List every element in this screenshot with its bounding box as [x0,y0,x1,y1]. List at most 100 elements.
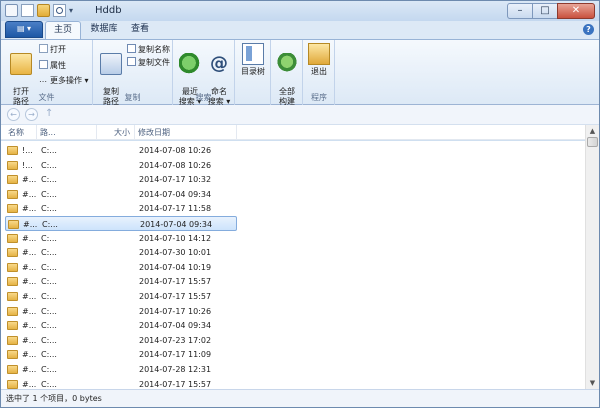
group-program-label: 程序 [311,93,327,102]
folder-icon [7,248,18,258]
folder-icon [7,335,18,345]
column-header: 名称 路... 大小 修改日期 [1,125,585,140]
group-search-label: 搜索 [195,93,212,102]
row-name: #... [22,335,37,345]
row-path: C:... [41,365,57,374]
table-row[interactable]: #... C:... 2014-07-04 09:34 [5,216,237,231]
more-actions-button[interactable]: ⋯ 更多操作 ▾ [39,75,89,86]
directory-tree-button[interactable]: 目录树 [238,43,268,77]
row-path: C:... [41,146,57,155]
close-button[interactable]: ✕ [557,3,595,19]
column-size[interactable]: 大小 [97,125,135,140]
copy-name-icon [127,44,136,53]
table-row[interactable]: #... C:... 2014-07-28 12:31 [5,362,237,377]
copy-name-button[interactable]: 复制名称 [127,44,170,55]
row-modified: 2014-07-30 10:01 [139,248,212,258]
up-button[interactable]: ↑ [45,108,53,119]
row-modified: 2014-07-17 11:58 [139,204,212,214]
open-button[interactable]: 打开 [39,44,66,55]
search-icon[interactable] [53,4,66,17]
row-path: C:... [41,160,57,170]
row-name: #... [22,248,37,258]
minimize-button[interactable]: – [507,3,533,19]
at-sign-icon: @ [210,53,228,74]
row-modified: 2014-07-08 10:26 [139,160,212,170]
column-name[interactable]: 名称 [5,125,37,140]
app-icon[interactable] [5,4,18,17]
row-modified: 2014-07-17 10:26 [139,306,212,316]
row-modified: 2014-07-23 17:02 [139,335,212,345]
status-bar: 选中了 1 个项目，0 bytes [1,389,599,407]
vertical-scrollbar[interactable]: ▲ ▼ [585,125,599,389]
table-row[interactable]: #... C:... 2014-07-17 11:09 [5,347,237,362]
ribbon: 打开 路径 打开 属性 ⋯更多操作 ▾ 文件 复制 路径 复制名称 复制文件 [1,39,599,106]
row-name: #... [22,321,37,331]
table-row[interactable]: #... C:... 2014-07-04 09:34 [5,187,237,202]
rebuild-icon [276,53,298,75]
properties-label: 属性 [50,61,66,70]
row-name: #... [22,292,37,301]
open-label: 打开 [50,45,66,54]
table-row[interactable]: #... C:... 2014-07-04 10:19 [5,260,237,275]
table-row[interactable]: #... C:... 2014-07-23 17:02 [5,333,237,348]
quick-access-toolbar: ▾ [5,4,77,17]
table-row[interactable]: !... C:... 2014-07-08 10:26 [5,143,237,158]
table-row[interactable]: #... C:... 2014-07-17 10:26 [5,304,237,319]
folder-icon[interactable] [37,4,50,17]
row-path: C:... [41,175,57,185]
row-modified: 2014-07-28 12:31 [139,365,212,374]
row-name: #... [22,233,37,243]
scroll-up-icon[interactable]: ▲ [586,125,599,137]
quick-access-dropdown-icon[interactable]: ▾ [69,4,77,17]
row-path: C:... [41,233,57,243]
scroll-down-icon[interactable]: ▼ [586,377,599,389]
table-row[interactable]: #... C:... 2014-07-04 09:34 [5,318,237,333]
scroll-thumb[interactable] [587,137,598,147]
help-icon[interactable]: ? [583,24,594,35]
copy-file-label: 复制文件 [138,58,170,67]
table-row[interactable]: #... C:... 2014-07-17 15:57 [5,377,237,389]
properties-button[interactable]: 属性 [39,60,66,71]
table-row[interactable]: #... C:... 2014-07-30 10:01 [5,245,237,260]
table-row[interactable]: #... C:... 2014-07-10 14:12 [5,231,237,246]
back-button[interactable]: ← [7,108,20,121]
table-row[interactable]: #... C:... 2014-07-17 15:57 [5,289,237,304]
copy-file-button[interactable]: 复制文件 [127,57,170,68]
row-path: C:... [41,292,57,301]
document-icon[interactable] [21,4,34,17]
row-modified: 2014-07-17 10:32 [139,175,212,185]
group-file: 打开 路径 打开 属性 ⋯ 更多操作 ▾ 文件 [1,40,93,106]
ribbon-tabs: ▤ ▾ 主页 数据库 查看 ? [1,21,599,39]
row-modified: 2014-07-04 09:34 [139,189,212,199]
row-name: #... [22,204,37,214]
group-copy-label: 复制 [124,93,141,102]
maximize-button[interactable]: □ [532,3,558,19]
row-path: C:... [41,204,57,214]
folder-icon [7,277,18,287]
folder-icon [7,306,18,316]
folder-icon [7,175,18,185]
tab-view[interactable]: 查看 [125,21,155,39]
forward-button[interactable]: → [25,108,38,121]
folder-icon [7,365,18,374]
tab-database[interactable]: 数据库 [83,21,125,39]
exit-button[interactable]: 退出 [305,43,333,77]
file-menu-button[interactable]: ▤ ▾ [5,21,43,38]
row-modified: 2014-07-08 10:26 [139,146,212,155]
group-file-label: 文件 [38,93,55,102]
table-row[interactable]: #... C:... 2014-07-17 15:57 [5,274,237,289]
tab-home[interactable]: 主页 [45,21,81,39]
row-path: C:... [41,350,57,360]
folder-icon [7,189,18,199]
row-path: C:... [41,321,57,331]
table-row[interactable]: !... C:... 2014-07-08 10:26 [5,158,237,173]
row-name: #... [22,262,37,272]
column-path[interactable]: 路... [37,125,97,140]
group-tree: 目录树 [235,40,271,105]
copy-name-label: 复制名称 [138,45,170,54]
table-row[interactable]: #... C:... 2014-07-17 10:32 [5,172,237,187]
copy-file-icon [127,57,136,66]
column-modified[interactable]: 修改日期 [135,125,237,140]
file-list: !... C:... 2014-07-08 10:26!... C:... 2014-0… [1,141,585,389]
table-row[interactable]: #... C:... 2014-07-17 11:58 [5,201,237,216]
